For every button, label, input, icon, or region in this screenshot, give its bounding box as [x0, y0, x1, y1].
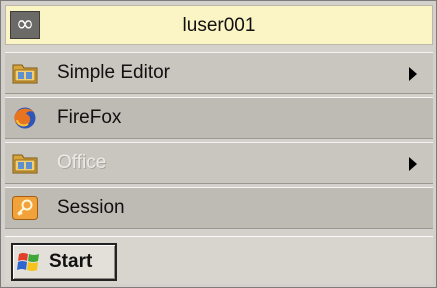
key-icon [12, 196, 38, 220]
start-button[interactable]: Start [11, 243, 117, 281]
taskbar: Start [5, 236, 433, 284]
folder-icon [12, 154, 38, 174]
submenu-arrow-icon [409, 67, 417, 81]
windows-logo-icon [17, 253, 39, 271]
launcher-menu: Simple Editor FireFox Office Session [5, 52, 433, 232]
firefox-icon [14, 107, 36, 129]
menu-item-label: Office [57, 152, 107, 173]
menu-item-office[interactable]: Office [5, 142, 433, 184]
menu-item-firefox[interactable]: FireFox [5, 97, 433, 139]
submenu-arrow-icon [409, 157, 417, 171]
start-label: Start [49, 251, 93, 272]
menu-item-label: Simple Editor [57, 62, 170, 83]
menu-item-label: FireFox [57, 107, 122, 128]
menu-item-label: Session [57, 197, 125, 218]
folder-icon [12, 64, 38, 84]
launcher-window: ∞ luser001 Simple Editor FireFox Office … [0, 0, 437, 288]
username-label: luser001 [182, 15, 256, 36]
user-header: ∞ luser001 [5, 5, 433, 45]
menu-item-simple-editor[interactable]: Simple Editor [5, 52, 433, 94]
menu-item-session[interactable]: Session [5, 187, 433, 229]
